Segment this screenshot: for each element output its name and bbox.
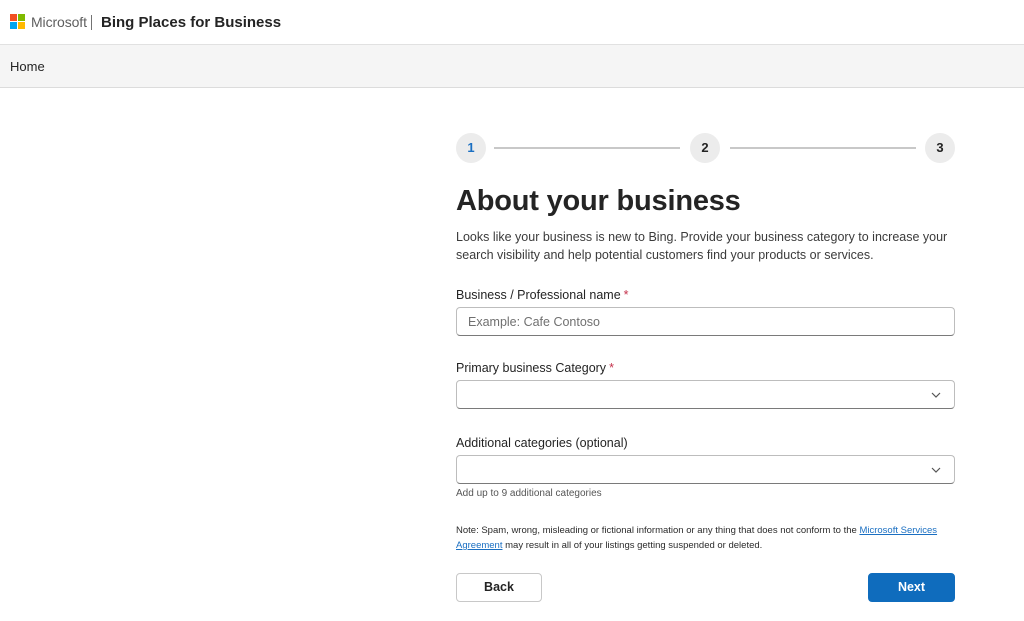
- primary-category-label-text: Primary business Category: [456, 361, 607, 375]
- business-name-label-text: Business / Professional name: [456, 288, 621, 302]
- step-connector: [494, 147, 680, 149]
- nav-home-link[interactable]: Home: [10, 59, 45, 74]
- page-title: About your business: [456, 185, 741, 217]
- additional-categories-dropdown[interactable]: [456, 455, 955, 484]
- additional-categories-label: Additional categories (optional): [456, 436, 628, 450]
- business-name-input[interactable]: [457, 308, 954, 335]
- primary-category-label: Primary business Category *: [456, 361, 614, 375]
- back-button[interactable]: Back: [456, 573, 542, 602]
- required-marker: *: [609, 361, 614, 375]
- chevron-down-icon[interactable]: [930, 464, 942, 476]
- microsoft-logo-icon[interactable]: [10, 14, 26, 30]
- step-connector: [730, 147, 916, 149]
- progress-stepper: 1 2 3: [456, 133, 955, 163]
- additional-categories-helper: Add up to 9 additional categories: [456, 488, 602, 499]
- nav-bar: Home: [0, 45, 1024, 88]
- note-prefix: Note: Spam, wrong, misleading or fiction…: [456, 525, 860, 536]
- step-3: 3: [925, 133, 955, 163]
- business-name-label: Business / Professional name *: [456, 288, 629, 302]
- intro-text: Looks like your business is new to Bing.…: [456, 230, 948, 262]
- top-bar: Microsoft Bing Places for Business: [0, 0, 1024, 45]
- brand-divider: [91, 15, 92, 30]
- business-name-field[interactable]: [456, 307, 955, 336]
- step-2: 2: [690, 133, 720, 163]
- step-1: 1: [456, 133, 486, 163]
- microsoft-wordmark[interactable]: Microsoft: [31, 14, 87, 30]
- product-title[interactable]: Bing Places for Business: [101, 14, 281, 31]
- policy-note: Note: Spam, wrong, misleading or fiction…: [456, 523, 956, 553]
- primary-category-dropdown[interactable]: [456, 380, 955, 409]
- next-button[interactable]: Next: [868, 573, 955, 602]
- chevron-down-icon[interactable]: [930, 389, 942, 401]
- required-marker: *: [623, 288, 629, 302]
- note-suffix: may result in all of your listings getti…: [502, 540, 763, 551]
